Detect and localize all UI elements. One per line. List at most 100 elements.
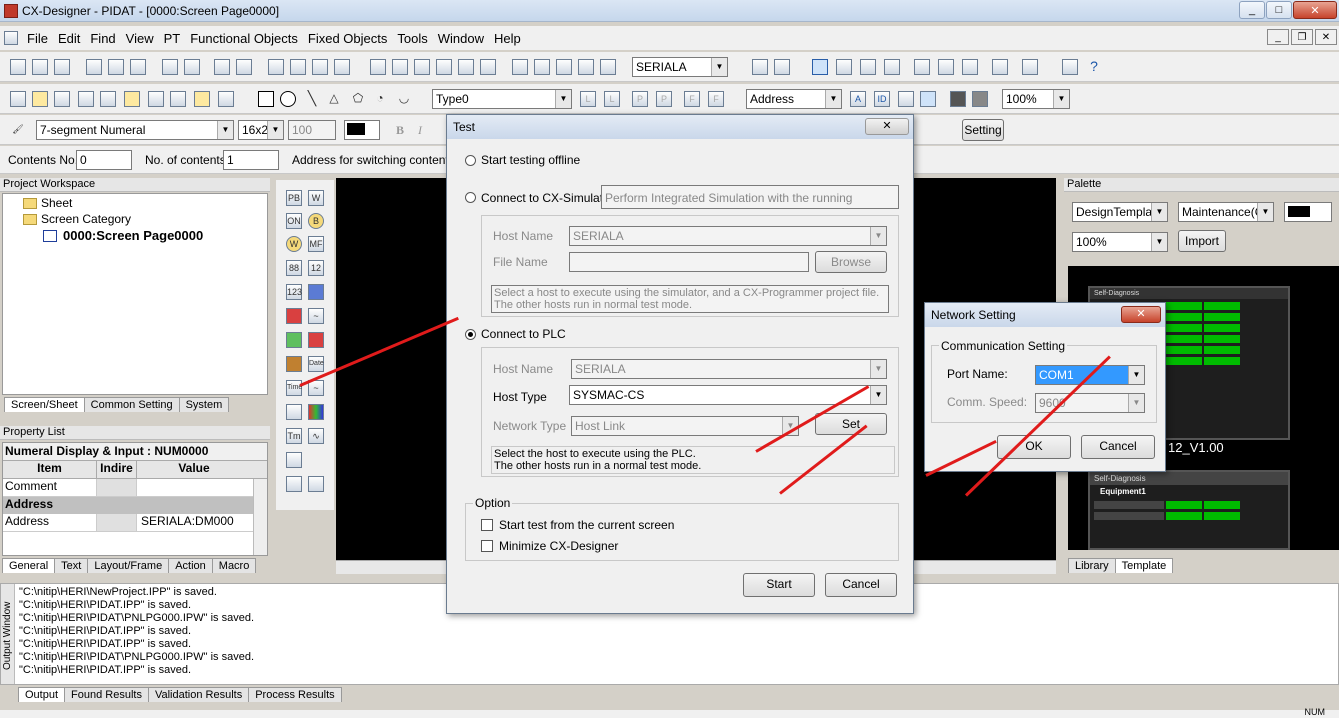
library-icon[interactable] xyxy=(286,356,302,372)
radio-simulator[interactable] xyxy=(465,192,476,203)
no-of-contents-field[interactable]: 1 xyxy=(223,150,279,170)
pb-icon[interactable]: PB xyxy=(286,190,302,206)
maximize-button[interactable]: □ xyxy=(1266,1,1292,19)
menu-functional-objects[interactable]: Functional Objects xyxy=(185,31,303,46)
bit-lamp-icon[interactable]: B xyxy=(308,213,324,229)
checklist-icon[interactable] xyxy=(812,59,828,75)
contents-no-field[interactable]: 0 xyxy=(76,150,132,170)
menu-pt[interactable]: PT xyxy=(159,31,186,46)
thumbwheel-icon[interactable]: 123 xyxy=(286,284,302,300)
close-icon[interactable]: ✕ xyxy=(1121,306,1161,323)
onoff-icon[interactable]: ON xyxy=(286,213,302,229)
select-all-icon[interactable] xyxy=(600,59,616,75)
menu-view[interactable]: View xyxy=(121,31,159,46)
redo-icon[interactable] xyxy=(480,59,496,75)
setting-button[interactable]: Setting xyxy=(962,119,1004,141)
frame-prev-icon[interactable]: F xyxy=(684,91,700,107)
checkbox-minimize[interactable] xyxy=(481,540,493,552)
numeral-icon[interactable]: 88 xyxy=(286,260,302,276)
tab-screen-sheet[interactable]: Screen/Sheet xyxy=(4,397,85,412)
tab-general[interactable]: General xyxy=(2,558,56,573)
palette-color-combo[interactable] xyxy=(1284,202,1332,222)
new-screen-icon[interactable] xyxy=(86,59,102,75)
menu-edit[interactable]: Edit xyxy=(53,31,85,46)
minimize-button[interactable]: _ xyxy=(1239,1,1265,19)
rectangle-icon[interactable] xyxy=(258,91,274,107)
template-self-diagnosis-2[interactable]: Self-Diagnosis Equipment1 xyxy=(1088,470,1290,550)
grey-square-icon[interactable] xyxy=(972,91,988,107)
type-combo[interactable]: Type0 ▼ xyxy=(432,89,572,109)
table-frame-icon[interactable] xyxy=(308,476,324,492)
screen-list-icon[interactable] xyxy=(836,59,852,75)
property-scrollbar[interactable] xyxy=(253,479,267,555)
network-cancel-button[interactable]: Cancel xyxy=(1081,435,1155,459)
save-all-icon[interactable] xyxy=(54,59,70,75)
paste-icon[interactable] xyxy=(556,59,572,75)
temp-input-icon[interactable]: Tm xyxy=(286,428,302,444)
delete-icon[interactable] xyxy=(578,59,594,75)
menu-find[interactable]: Find xyxy=(85,31,120,46)
tab-common-setting[interactable]: Common Setting xyxy=(83,397,180,412)
folder-icon[interactable] xyxy=(962,59,978,75)
lock-icon[interactable] xyxy=(938,59,954,75)
save-icon[interactable] xyxy=(130,59,146,75)
circle-icon[interactable] xyxy=(280,91,296,107)
tab-found-results[interactable]: Found Results xyxy=(64,687,149,702)
import-button[interactable]: Import xyxy=(1178,230,1226,252)
bold-icon[interactable]: B xyxy=(396,123,404,138)
adr-icon[interactable]: A xyxy=(850,91,866,107)
tab-system[interactable]: System xyxy=(178,397,230,412)
menu-tools[interactable]: Tools xyxy=(392,31,432,46)
transfer-to-icon[interactable] xyxy=(290,59,306,75)
tree-item-screen-category[interactable]: Screen Category xyxy=(23,212,131,226)
binoculars-icon[interactable] xyxy=(752,59,768,75)
print-icon[interactable] xyxy=(436,59,452,75)
label-prev-icon[interactable]: L xyxy=(580,91,596,107)
edit-icon[interactable] xyxy=(162,59,178,75)
transfer-from-icon[interactable] xyxy=(312,59,328,75)
browse-button[interactable]: Browse xyxy=(815,251,887,273)
frame-icon[interactable] xyxy=(286,476,302,492)
pointer-icon[interactable] xyxy=(124,91,140,107)
book-icon[interactable] xyxy=(1062,59,1078,75)
zoom-combo[interactable]: 100% ▼ xyxy=(1002,89,1070,109)
date-icon[interactable]: Date xyxy=(308,356,324,372)
close-icon[interactable]: ✕ xyxy=(865,118,909,135)
bulb-icon[interactable] xyxy=(898,91,914,107)
data-log-icon[interactable] xyxy=(286,404,302,420)
plc-host-name-combo[interactable]: SERIALA ▼ xyxy=(571,359,887,379)
edit-object-icon[interactable] xyxy=(78,91,94,107)
property-row-comment[interactable]: Comment xyxy=(3,479,267,497)
window-icon[interactable] xyxy=(148,91,164,107)
menu-file[interactable]: File xyxy=(22,31,53,46)
line-icon[interactable]: ╲ xyxy=(304,91,320,107)
italic-icon[interactable]: I xyxy=(418,123,422,138)
document-icon[interactable] xyxy=(370,59,386,75)
database-icon[interactable] xyxy=(884,59,900,75)
doc-icon[interactable] xyxy=(4,31,18,45)
network-type-combo[interactable]: Host Link ▼ xyxy=(571,416,799,436)
time-icon[interactable]: Time xyxy=(286,380,302,396)
bar-graph-icon[interactable] xyxy=(286,308,302,324)
design-template-combo[interactable]: DesignTemplat ▼ xyxy=(1072,202,1168,222)
polyline-icon[interactable]: △ xyxy=(326,91,342,107)
layer-icon[interactable] xyxy=(218,91,234,107)
meter-icon[interactable] xyxy=(308,404,324,420)
undo-icon[interactable] xyxy=(458,59,474,75)
list-icon[interactable] xyxy=(1022,59,1038,75)
palette-icon[interactable] xyxy=(100,91,116,107)
open-icon[interactable] xyxy=(32,59,48,75)
hand-icon[interactable] xyxy=(920,91,936,107)
color-combo[interactable] xyxy=(344,120,380,140)
radio-plc[interactable] xyxy=(465,329,476,340)
checkbox-current-screen[interactable] xyxy=(481,519,493,531)
tab-library[interactable]: Library xyxy=(1068,558,1116,573)
open-screen-icon[interactable] xyxy=(108,59,124,75)
tree-item-sheet[interactable]: Sheet xyxy=(23,196,72,210)
object-type-combo[interactable]: 7-segment Numeral ▼ xyxy=(36,120,234,140)
brush-icon[interactable]: 🖌 xyxy=(10,122,26,138)
new-project-icon[interactable] xyxy=(10,59,26,75)
address-combo[interactable]: Address ▼ xyxy=(746,89,842,109)
property-row-address[interactable]: Address SERIALA:DM000 xyxy=(3,514,267,532)
align-icon[interactable] xyxy=(10,91,26,107)
